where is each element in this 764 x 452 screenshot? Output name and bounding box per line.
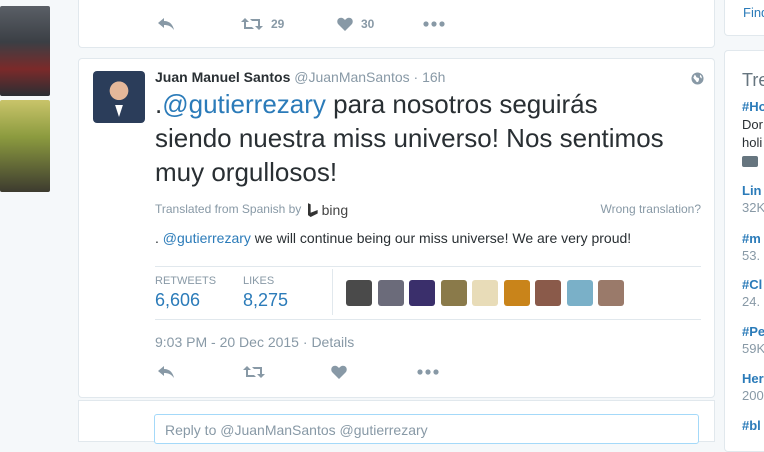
trend-name: #Cl — [742, 277, 763, 292]
tweet-mention-link[interactable]: @gutierrezary — [162, 89, 326, 119]
external-link-icon — [742, 156, 758, 167]
reply-icon — [157, 17, 175, 31]
find-people-card: Find — [724, 0, 764, 36]
trend-count: 59K — [742, 341, 764, 356]
trend-name: Her — [742, 371, 764, 386]
translation-prefix: . — [155, 230, 163, 246]
tweet-text: .@gutierrezary para nosotros seguirás si… — [155, 87, 675, 189]
tweet-timestamp: 9:03 PM - 20 Dec 2015 · Details — [155, 334, 354, 350]
retweets-stat[interactable]: RETWEETS 6,606 — [155, 275, 216, 311]
bing-icon — [307, 203, 318, 217]
liker-avatar[interactable] — [566, 280, 593, 306]
liker-avatar[interactable] — [598, 280, 624, 306]
trend-count: 24. — [742, 294, 761, 309]
stats-divider — [332, 269, 333, 315]
translation-body: we will continue being our miss universe… — [250, 230, 632, 246]
liker-avatar[interactable] — [377, 280, 404, 306]
timestamp-text: 9:03 PM - 20 Dec 2015 — [155, 334, 299, 350]
trend-description: Dor holi — [742, 116, 764, 152]
previous-tweet-card: 29 30 — [78, 0, 715, 48]
reply-icon — [157, 365, 175, 379]
trend-count: 32K — [742, 200, 764, 215]
trend-item[interactable]: #Pe 59K — [742, 324, 764, 356]
reply-placeholder: Reply to @JuanManSantos @gutierrezary — [165, 422, 428, 438]
retweet-count: 29 — [271, 17, 285, 31]
liker-avatar[interactable] — [440, 280, 467, 306]
likes-value: 8,275 — [243, 290, 289, 310]
more-dots-icon — [423, 21, 445, 27]
avatar[interactable] — [93, 71, 145, 123]
more-button[interactable] — [423, 21, 445, 27]
retweet-icon — [241, 17, 263, 31]
tweet-time[interactable]: 16h — [422, 69, 445, 85]
trend-item[interactable]: Her 200 — [742, 371, 764, 403]
liker-avatar[interactable] — [472, 280, 498, 306]
right-sidebar: Find Tre #Ho Dor holi Lin 32K #m 53. #Cl… — [724, 0, 764, 452]
more-button[interactable] — [417, 369, 439, 375]
heart-icon — [337, 17, 353, 31]
timestamp-separator: · — [298, 334, 312, 350]
globe-icon[interactable] — [691, 72, 704, 90]
tweet-header: Juan Manuel Santos @JuanManSantos · 16h — [155, 69, 445, 85]
liker-avatar[interactable] — [346, 280, 372, 306]
timeline: 29 30 Juan Manuel Santos @JuanManSantos … — [78, 0, 715, 442]
more-dots-icon — [417, 369, 439, 375]
translation-mention-link[interactable]: @gutierrezary — [163, 230, 251, 246]
bing-logo: bing — [307, 202, 349, 218]
likes-stat[interactable]: LIKES 8,275 — [243, 275, 288, 311]
trend-count: 53. — [742, 248, 761, 263]
tweet-actions — [157, 365, 439, 379]
liker-avatar[interactable] — [535, 280, 561, 306]
bing-label: bing — [321, 202, 349, 218]
reply-input[interactable]: Reply to @JuanManSantos @gutierrezary — [154, 414, 699, 444]
trend-item[interactable]: #m 53. — [742, 231, 761, 263]
find-link[interactable]: Find — [743, 5, 764, 20]
likes-label: LIKES — [243, 275, 275, 287]
separator: · — [413, 69, 419, 85]
tweet-actions: 29 30 — [157, 17, 445, 31]
translation-bar: Translated from Spanish by bing Wrong tr… — [155, 202, 701, 218]
retweet-button[interactable] — [243, 365, 331, 379]
heart-icon — [331, 365, 347, 379]
trend-name: Lin — [742, 183, 762, 198]
retweet-button[interactable]: 29 — [241, 17, 337, 31]
liker-avatars — [346, 280, 630, 306]
translated-from-label: Translated from Spanish by — [155, 202, 302, 217]
trend-name: #bl — [742, 418, 761, 433]
media-thumbnail[interactable] — [0, 100, 50, 192]
wrong-translation-link[interactable]: Wrong translation? — [601, 202, 702, 216]
media-thumbnail[interactable] — [0, 6, 50, 96]
like-button[interactable] — [331, 365, 417, 379]
trend-item[interactable]: #Ho Dor holi — [742, 99, 764, 172]
like-button[interactable]: 30 — [337, 17, 423, 31]
retweet-icon — [243, 365, 265, 379]
liker-avatar[interactable] — [503, 280, 530, 306]
like-count: 30 — [361, 17, 375, 31]
liker-avatar[interactable] — [409, 280, 435, 306]
tweet-card: Juan Manuel Santos @JuanManSantos · 16h … — [78, 58, 715, 398]
details-link[interactable]: Details — [311, 334, 354, 350]
trend-item[interactable]: Lin 32K — [742, 183, 764, 215]
media-column — [0, 0, 52, 432]
reply-button[interactable] — [157, 17, 241, 31]
trends-title: Tre — [742, 70, 764, 90]
retweets-label: RETWEETS — [155, 275, 217, 287]
reply-button[interactable] — [157, 365, 243, 379]
trend-item[interactable]: #Cl 24. — [742, 277, 762, 309]
trend-count: 200 — [742, 388, 764, 403]
username[interactable]: @JuanManSantos — [294, 69, 409, 85]
retweets-value: 6,606 — [155, 290, 201, 310]
trend-name: #m — [742, 231, 761, 246]
trend-description-line: holi — [742, 135, 763, 150]
trend-description-line: Dor — [742, 117, 763, 132]
trend-item[interactable]: #bl — [742, 418, 761, 433]
trend-name: #Ho — [742, 99, 764, 114]
translated-text: . @gutierrezary we will continue being o… — [155, 230, 631, 246]
trend-name: #Pe — [742, 324, 764, 339]
tweet-stats: RETWEETS 6,606 LIKES 8,275 — [155, 266, 701, 320]
fullname[interactable]: Juan Manuel Santos — [155, 69, 290, 85]
